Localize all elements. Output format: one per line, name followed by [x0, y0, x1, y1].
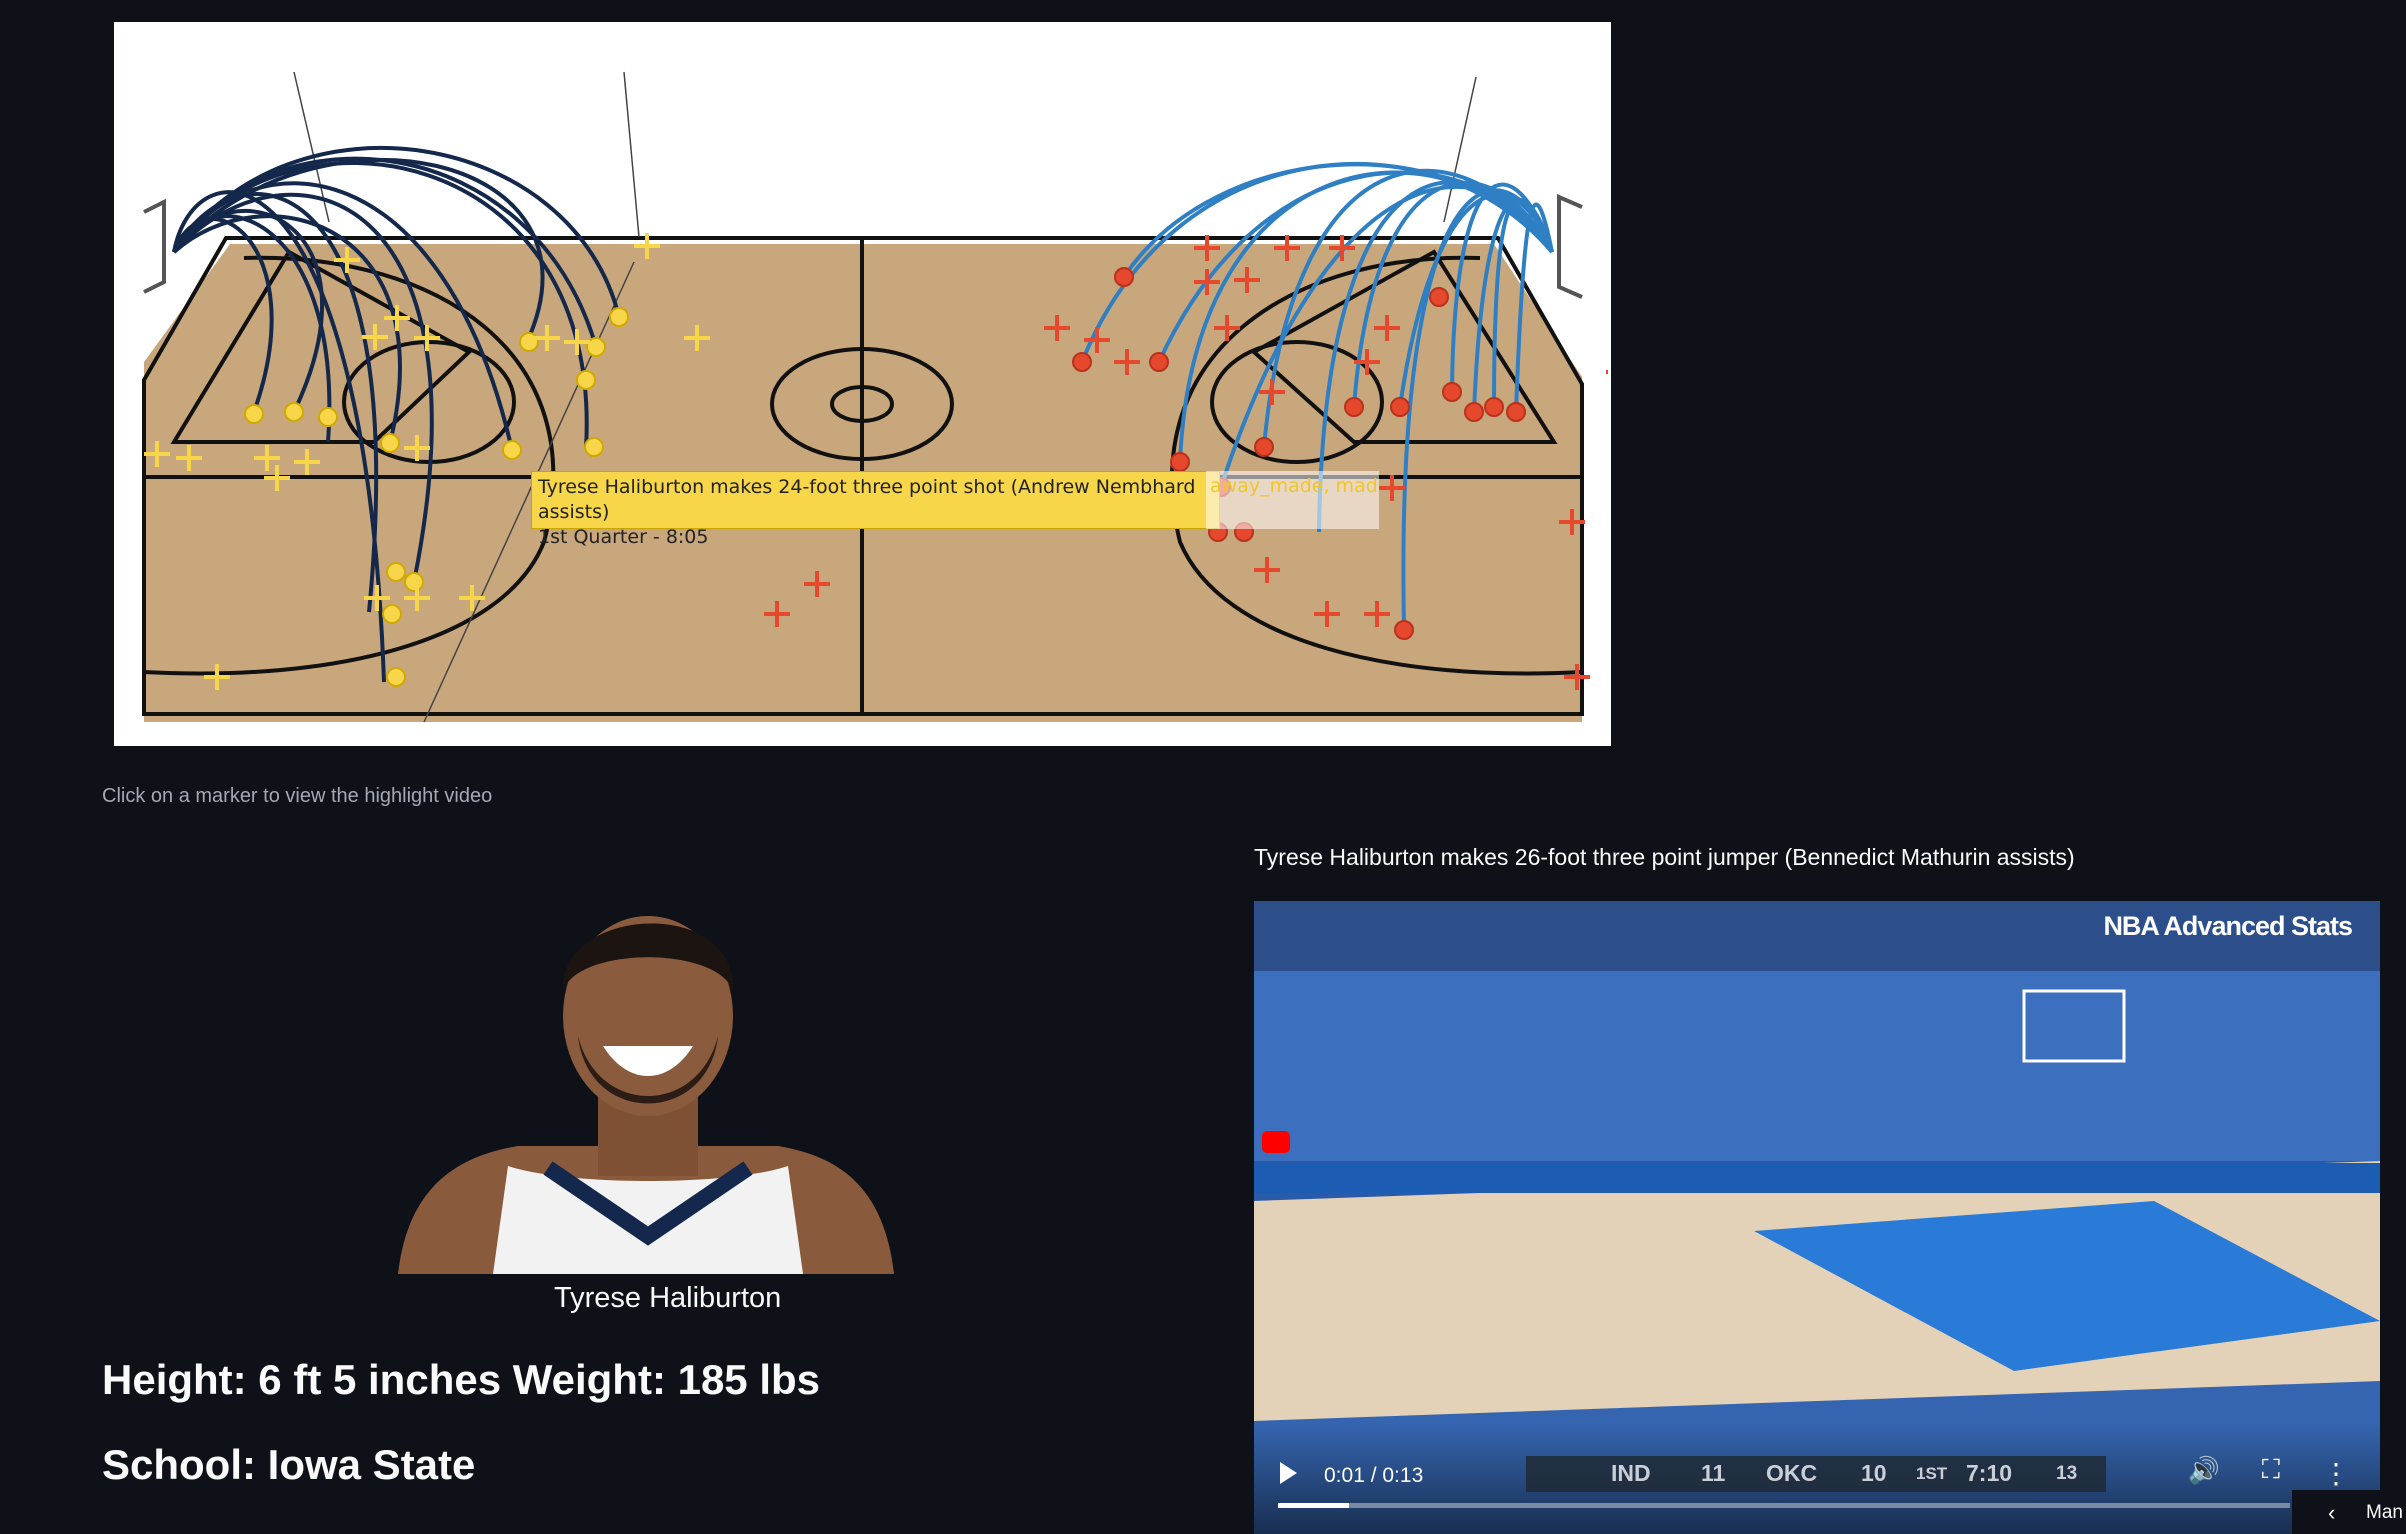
play-icon[interactable]	[1280, 1462, 1297, 1484]
chart-hint: Click on a marker to view the highlight …	[102, 785, 493, 807]
made-shot-marker[interactable]	[1170, 452, 1190, 472]
made-shot-marker[interactable]	[1429, 287, 1449, 307]
sidebar-toggle-label: Man	[2366, 1502, 2403, 1523]
tooltip-time: 1st Quarter - 8:05	[538, 526, 709, 548]
sideline-band	[1254, 1163, 2380, 1193]
made-shot-marker[interactable]	[318, 407, 338, 427]
tooltip-overflow: away_made, made	[1206, 471, 1379, 529]
video-progress-bar[interactable]	[1278, 1503, 2290, 1508]
more-options-icon[interactable]: ⋮	[2322, 1457, 2350, 1490]
fullscreen-icon[interactable]: ⛶	[2262, 1454, 2280, 1486]
left-rim-support	[623, 71, 640, 238]
player-headshot	[398, 916, 894, 1274]
video-title: Tyrese Haliburton makes 26-foot three po…	[1254, 844, 2075, 870]
quarter: 1ST	[1916, 1464, 1948, 1483]
shot-chart-panel: Tyrese Haliburton makes 24-foot three po…	[114, 22, 1611, 746]
made-shot-marker[interactable]	[382, 604, 402, 624]
volume-icon[interactable]: 🔊	[2188, 1455, 2220, 1486]
left-basket-frame	[143, 198, 166, 294]
home-score: 11	[1701, 1460, 1726, 1486]
right-basket-frame	[1557, 193, 1583, 299]
highlight-video[interactable]: NBA Advanced Stats IND 11 OKC 10 1ST 7:1…	[1254, 901, 2380, 1534]
made-shot-marker[interactable]	[284, 402, 304, 422]
headshot-jersey	[493, 1166, 803, 1274]
game-clock: 7:10	[1966, 1460, 2013, 1486]
player-school: School: Iowa State	[102, 1441, 476, 1488]
made-shot-marker[interactable]	[1464, 402, 1484, 422]
made-shot-marker[interactable]	[404, 572, 424, 592]
shot-tooltip: Tyrese Haliburton makes 24-foot three po…	[531, 471, 1220, 548]
made-shot-marker[interactable]	[609, 307, 629, 327]
made-shot-marker[interactable]	[584, 437, 604, 457]
away-score: 10	[1861, 1460, 1887, 1486]
away-team: OKC	[1766, 1460, 1818, 1486]
tooltip-description: Tyrese Haliburton makes 24-foot three po…	[538, 476, 1196, 523]
made-shot-marker[interactable]	[1484, 397, 1504, 417]
made-shot-marker[interactable]	[386, 562, 406, 582]
made-shot-marker[interactable]	[1394, 620, 1414, 640]
made-shot-marker[interactable]	[1344, 397, 1364, 417]
made-shot-marker[interactable]	[244, 404, 264, 424]
made-shot-marker[interactable]	[502, 440, 522, 460]
chevron-left-icon: ‹	[2328, 1500, 2336, 1525]
video-time: 0:01 / 0:13	[1324, 1464, 1424, 1487]
made-shot-marker[interactable]	[1390, 397, 1410, 417]
video-watermark: NBA Advanced Stats	[2103, 911, 2353, 941]
made-shot-marker[interactable]	[576, 370, 596, 390]
made-shot-marker[interactable]	[519, 332, 539, 352]
made-shot-marker[interactable]	[1114, 267, 1134, 287]
shot-clock: 13	[2056, 1463, 2078, 1484]
home-team: IND	[1611, 1460, 1651, 1486]
scorebug: IND 11 OKC 10 1ST 7:10 13	[1526, 1456, 2106, 1492]
player-height-weight: Height: 6 ft 5 inches Weight: 185 lbs	[102, 1356, 821, 1403]
player-name: Tyrese Haliburton	[554, 1282, 782, 1314]
youtube-logo	[1262, 1131, 1290, 1153]
made-shot-marker[interactable]	[1442, 382, 1462, 402]
sidebar-toggle[interactable]: ‹ Man	[2292, 1490, 2406, 1534]
made-shot-marker[interactable]	[1072, 352, 1092, 372]
made-shot-marker[interactable]	[1506, 402, 1526, 422]
made-shot-marker[interactable]	[1149, 352, 1169, 372]
video-progress-fill	[1278, 1503, 1349, 1508]
made-shot-marker[interactable]	[1254, 437, 1274, 457]
made-shot-marker[interactable]	[380, 433, 400, 453]
shot-chart	[142, 71, 1608, 723]
made-shot-marker[interactable]	[386, 667, 406, 687]
video-controls: IND 11 OKC 10 1ST 7:10 13 0:01 / 0:13 🔊 …	[1254, 1424, 2380, 1534]
